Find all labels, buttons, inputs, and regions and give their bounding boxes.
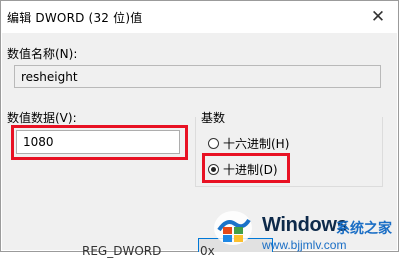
value-data-highlight bbox=[11, 125, 188, 160]
value-data-label: 数值数据(V): bbox=[7, 111, 77, 125]
behind-type-text: REG_DWORD bbox=[82, 244, 162, 258]
windows-logo-icon bbox=[214, 211, 252, 245]
watermark-brand: Windows bbox=[262, 214, 348, 236]
close-icon: ✕ bbox=[370, 6, 386, 27]
close-button[interactable]: ✕ bbox=[359, 1, 397, 32]
value-name-text: resheight bbox=[21, 69, 78, 84]
watermark-site-name: 系统之家 bbox=[336, 221, 392, 237]
value-name-label: 数值名称(N): bbox=[7, 47, 78, 61]
radio-hex-circle[interactable] bbox=[208, 138, 219, 149]
radio-hex-label: 十六进制(H) bbox=[223, 137, 290, 151]
value-name-field[interactable]: resheight bbox=[14, 65, 381, 88]
behind-value-text: 0x bbox=[200, 244, 215, 258]
watermark-url: www.bjjmlv.com bbox=[262, 238, 347, 252]
title-bar[interactable]: 编辑 DWORD (32 位)值 ✕ bbox=[1, 1, 398, 33]
decimal-highlight bbox=[202, 153, 290, 183]
radio-hex[interactable]: 十六进制(H) bbox=[208, 135, 289, 152]
dialog-title: 编辑 DWORD (32 位)值 bbox=[7, 11, 143, 25]
